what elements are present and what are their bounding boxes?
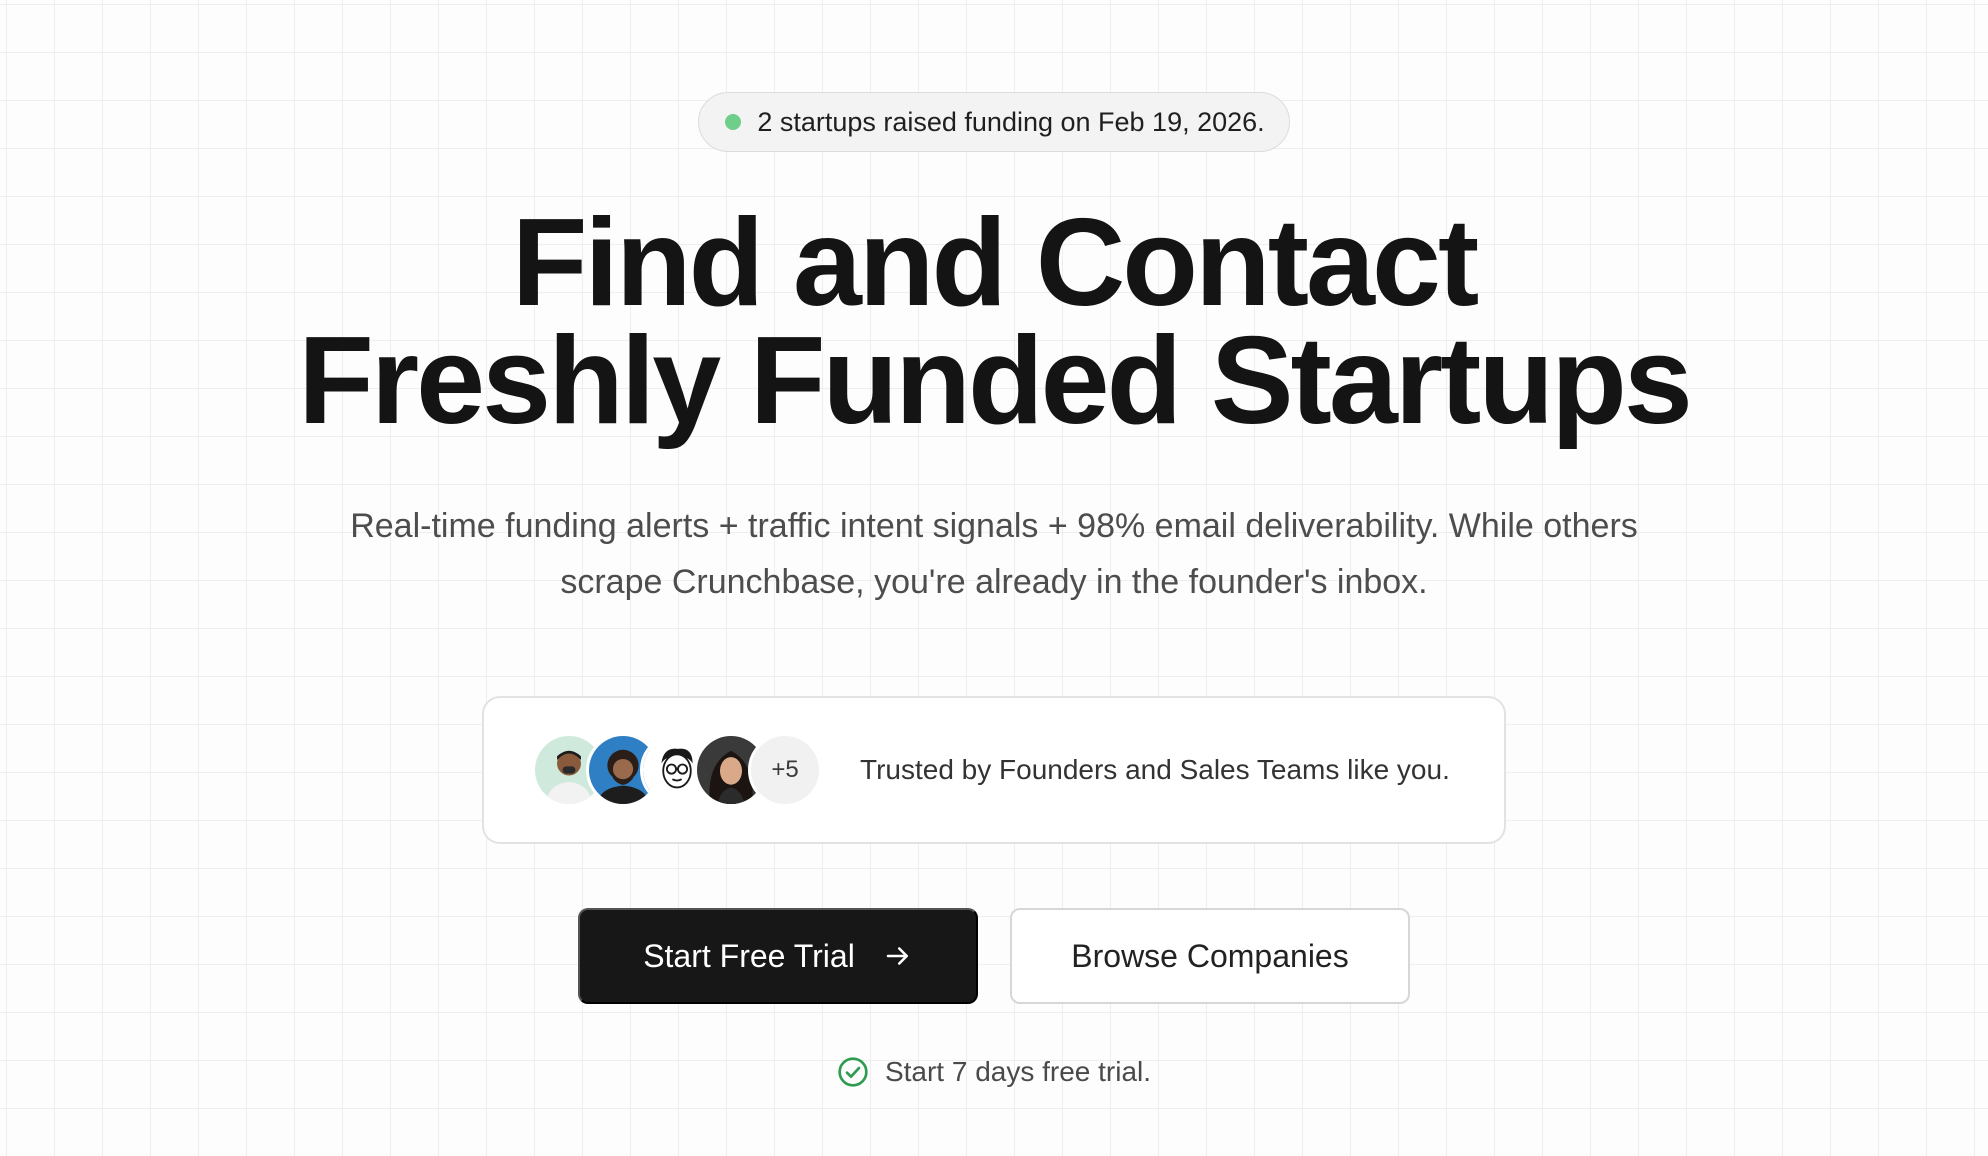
status-dot-icon bbox=[725, 114, 742, 130]
announcement-text: 2 startups raised funding on Feb 19, 202… bbox=[757, 106, 1265, 137]
arrow-right-icon bbox=[886, 947, 908, 965]
start-free-trial-button[interactable]: Start Free Trial bbox=[578, 908, 978, 1004]
trust-text: Trusted by Founders and Sales Teams like… bbox=[860, 754, 1450, 785]
check-circle-icon bbox=[838, 1057, 868, 1087]
title-line-1: Find and Contact bbox=[511, 194, 1480, 332]
funding-announcement-badge: 2 startups raised funding on Feb 19, 202… bbox=[698, 92, 1290, 152]
browse-companies-button[interactable]: Browse Companies bbox=[1010, 908, 1410, 1004]
hero-section: 2 startups raised funding on Feb 19, 202… bbox=[0, 0, 1988, 1156]
trial-note-text: Start 7 days free trial. bbox=[884, 1056, 1152, 1087]
page-title: Find and Contact Freshly Funded Startups bbox=[298, 194, 1693, 450]
trial-note: Start 7 days free trial. bbox=[837, 1056, 1151, 1088]
cta-row: Start Free Trial Browse Companies bbox=[578, 908, 1410, 1004]
title-line-2: Freshly Funded Startups bbox=[298, 312, 1693, 450]
start-free-trial-label: Start Free Trial bbox=[643, 937, 855, 974]
more-avatars-count: +5 bbox=[748, 733, 822, 807]
avatar-group: +5 bbox=[532, 733, 822, 807]
social-proof-card: +5 Trusted by Founders and Sales Teams l… bbox=[482, 696, 1506, 844]
hero-subtitle: Real-time funding alerts + traffic inten… bbox=[350, 507, 1638, 601]
